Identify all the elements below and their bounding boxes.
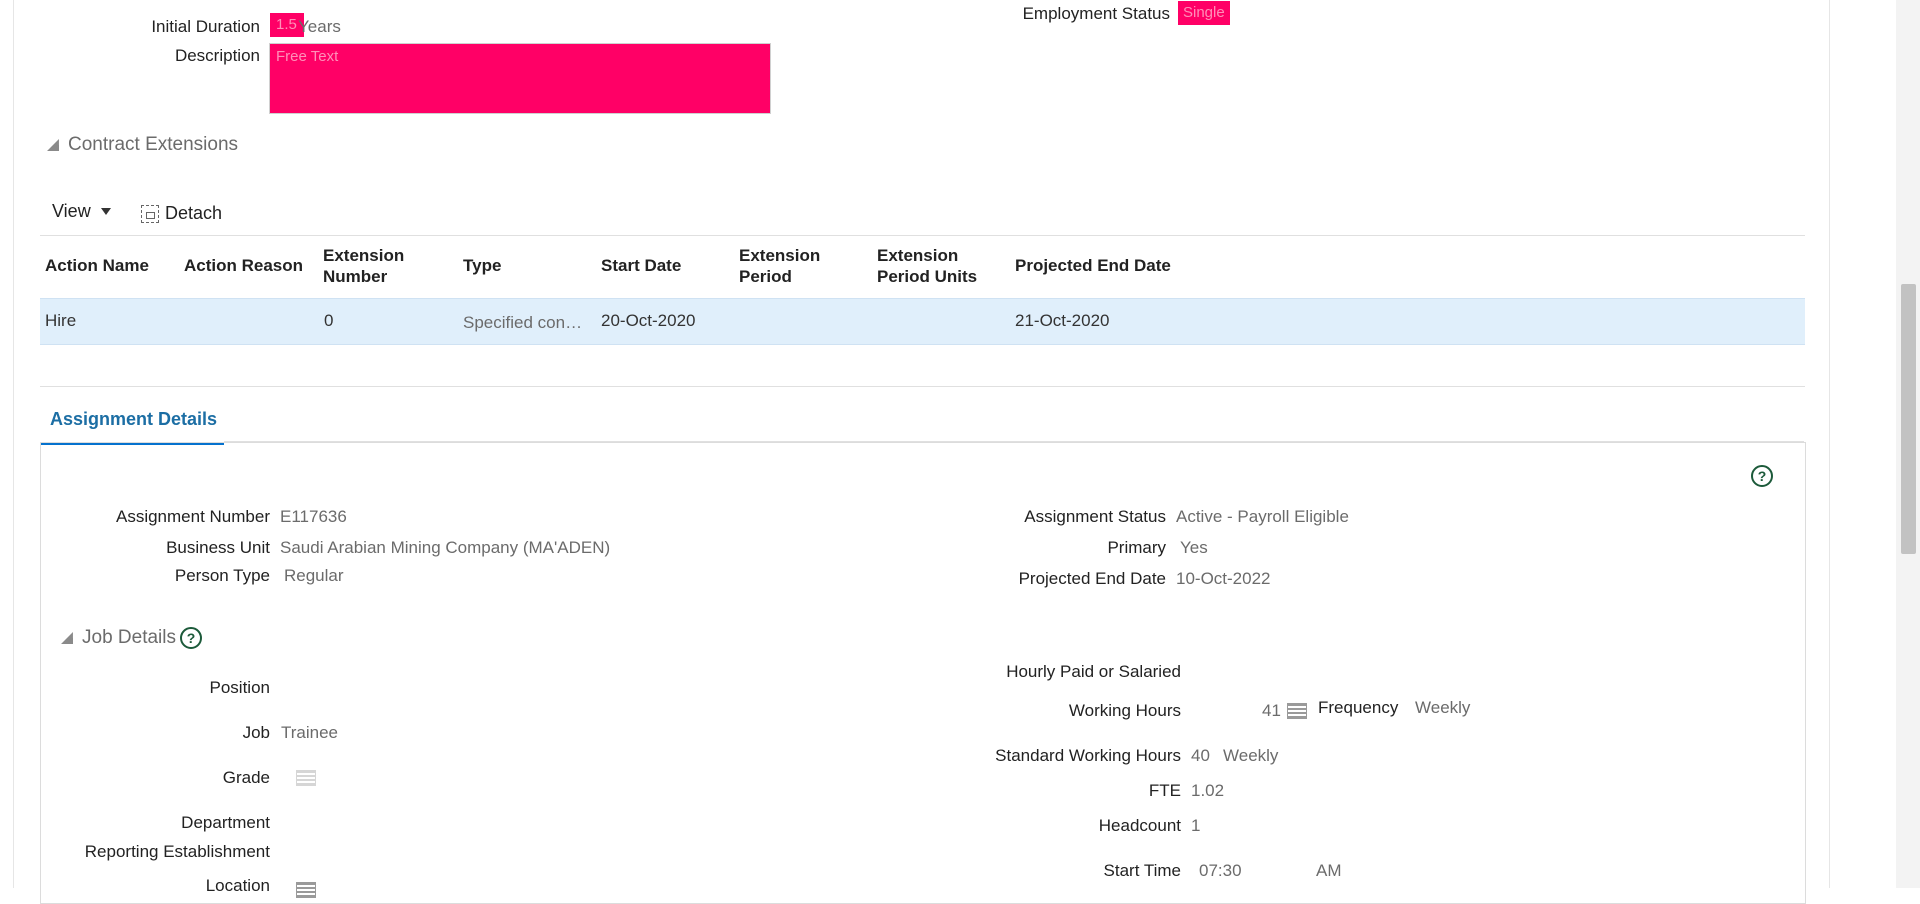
col-header-type[interactable]: Type [463, 255, 501, 276]
scrollbar-thumb[interactable] [1901, 284, 1916, 554]
job-value: Trainee [281, 723, 339, 742]
job-details-header[interactable]: Job Details [60, 627, 176, 649]
headcount-value: 1 [1191, 816, 1201, 835]
grade-label: Grade [222, 768, 270, 787]
employment-status-value[interactable]: Single [1178, 1, 1230, 25]
working-hours-label: Working Hours [1068, 701, 1181, 720]
start-time-value[interactable]: 07:30 [1199, 861, 1242, 881]
detach-button[interactable]: Detach [141, 203, 222, 224]
position-label: Position [209, 678, 270, 697]
cell-projected-end-date: 21-Oct-2020 [1015, 311, 1110, 330]
table-row[interactable]: Hire 0 Specified con… 20-Oct-2020 21-Oct… [40, 298, 1805, 345]
assignment-number-value: E117636 [280, 507, 347, 526]
col-header-extension-period[interactable]: Extension Period [739, 245, 820, 287]
col-header-projected-end-date[interactable]: Projected End Date [1015, 255, 1171, 276]
tab-assignment-details[interactable]: Assignment Details [40, 402, 224, 445]
cell-start-date: 20-Oct-2020 [601, 311, 696, 330]
help-icon[interactable]: ? [1751, 465, 1773, 487]
description-label: Description [174, 46, 260, 65]
business-unit-value: Saudi Arabian Mining Company (MA'ADEN) [280, 538, 611, 557]
view-label: View [52, 201, 91, 221]
primary-value: Yes [1180, 538, 1208, 557]
detach-icon [141, 204, 159, 223]
person-type-label: Person Type [174, 566, 270, 585]
employment-status-label: Employment Status [1022, 4, 1170, 23]
collapse-triangle-icon[interactable] [47, 139, 59, 151]
col-header-extension-period-units[interactable]: Extension Period Units [877, 245, 977, 287]
view-menu-button[interactable]: View [52, 201, 111, 222]
standard-working-hours-frequency: Weekly [1223, 746, 1279, 765]
standard-working-hours-value: 40 [1191, 746, 1210, 765]
job-details-help-icon[interactable]: ? [180, 627, 202, 649]
frequency-label: Frequency [1318, 698, 1399, 717]
projected-end-date-label: Projected End Date [1018, 569, 1166, 588]
initial-duration-label: Initial Duration [151, 17, 260, 36]
collapse-triangle-icon[interactable] [61, 632, 73, 644]
job-label: Job [242, 723, 270, 742]
location-lookup-icon[interactable] [296, 882, 316, 898]
start-time-ampm[interactable]: AM [1316, 861, 1342, 881]
contract-extensions-header[interactable]: Contract Extensions [46, 134, 238, 156]
page-right-border [1829, 0, 1830, 888]
working-hours-lookup-icon[interactable] [1287, 703, 1307, 719]
frequency-value: Weekly [1415, 698, 1471, 717]
assignment-number-label: Assignment Number [115, 507, 270, 526]
grade-lookup-icon[interactable] [296, 770, 316, 786]
initial-duration-unit: Years [298, 17, 341, 36]
department-label: Department [181, 813, 270, 832]
description-placeholder: Free Text [276, 48, 339, 65]
section-divider [40, 386, 1805, 387]
projected-end-date-value: 10-Oct-2022 [1176, 569, 1271, 588]
location-label: Location [205, 876, 270, 895]
description-textarea[interactable]: Free Text [269, 43, 771, 114]
headcount-label: Headcount [1098, 816, 1181, 835]
detach-label: Detach [165, 203, 223, 223]
tab-assignment-details-label: Assignment Details [50, 409, 218, 429]
chevron-down-icon [100, 208, 111, 215]
start-time-label: Start Time [1103, 861, 1181, 880]
cell-action-name: Hire [45, 311, 77, 330]
assignment-status-value: Active - Payroll Eligible [1176, 507, 1349, 526]
col-header-action-name[interactable]: Action Name [45, 255, 149, 276]
fte-value: 1.02 [1191, 781, 1225, 800]
assignment-status-label: Assignment Status [1024, 507, 1166, 526]
table-top-divider [40, 235, 1805, 236]
contract-extensions-title: Contract Extensions [68, 134, 239, 155]
primary-label: Primary [1107, 538, 1166, 557]
reporting-establishment-label: Reporting Establishment [84, 842, 270, 861]
hourly-paid-label: Hourly Paid or Salaried [1006, 662, 1181, 681]
fte-label: FTE [1148, 781, 1181, 800]
col-header-extension-number[interactable]: Extension Number [323, 245, 404, 287]
cell-extension-number: 0 [324, 311, 334, 330]
page-left-border [13, 0, 14, 888]
working-hours-value: 41 [1262, 701, 1281, 720]
job-details-title: Job Details [82, 627, 176, 648]
person-type-value: Regular [284, 566, 344, 585]
business-unit-label: Business Unit [166, 538, 270, 557]
col-header-action-reason[interactable]: Action Reason [184, 255, 303, 276]
standard-working-hours-label: Standard Working Hours [995, 746, 1181, 765]
cell-type: Specified con… [463, 313, 583, 332]
col-header-start-date[interactable]: Start Date [601, 255, 681, 276]
